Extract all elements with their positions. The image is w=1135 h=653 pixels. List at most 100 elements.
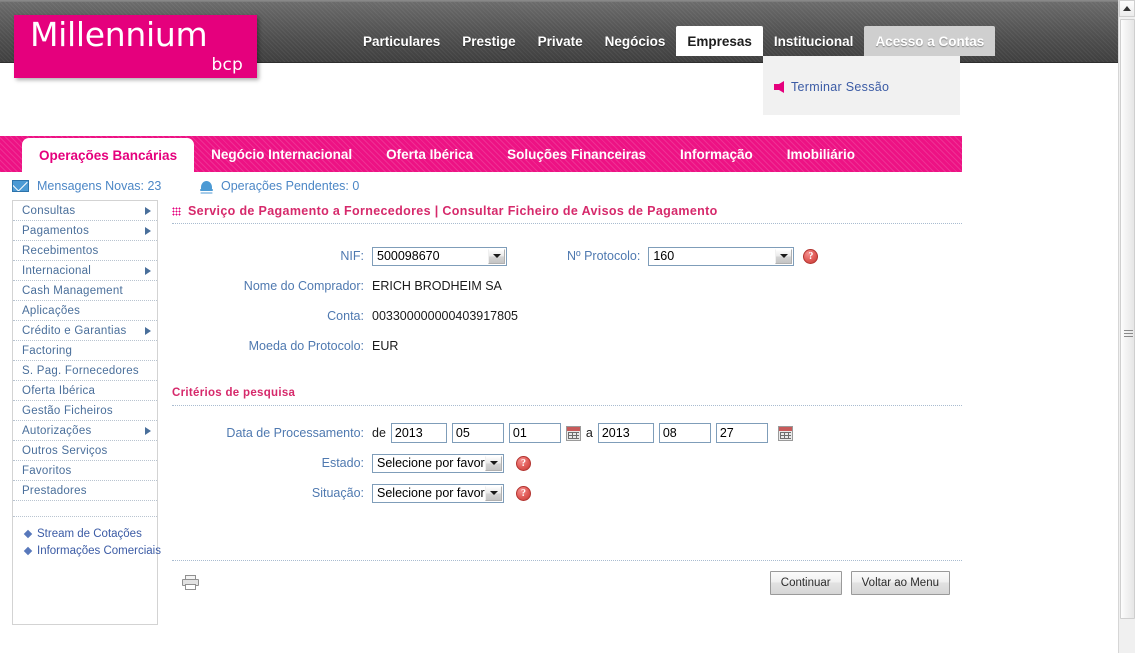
chevron-down-icon bbox=[485, 485, 502, 501]
bell-icon bbox=[200, 179, 213, 194]
grid-dots-icon bbox=[172, 206, 181, 216]
sidebar-item-prestadores[interactable]: Prestadores bbox=[13, 481, 157, 501]
situacao-select[interactable]: Selecione por favor bbox=[372, 483, 504, 503]
moeda-label: Moeda do Protocolo: bbox=[248, 339, 364, 353]
pending-operations-link[interactable]: Operações Pendentes: 0 bbox=[200, 179, 359, 194]
protocolo-label: Nº Protocolo: bbox=[567, 249, 641, 263]
sidebar-item-autorizacoes[interactable]: Autorizações bbox=[13, 421, 157, 441]
to-word: a bbox=[585, 426, 593, 440]
sidebar-item-label: Recebimentos bbox=[22, 245, 99, 257]
tab-informacao[interactable]: Informação bbox=[663, 136, 770, 172]
calendar-icon-to[interactable] bbox=[777, 425, 793, 441]
date-range-label: Data de Processamento: bbox=[226, 426, 364, 440]
sidebar-item-label: Outros Serviços bbox=[22, 445, 108, 457]
chevron-right-icon bbox=[145, 267, 151, 275]
nif-selected-value: 500098670 bbox=[377, 248, 440, 263]
sidebar-item-pagamentos[interactable]: Pagamentos bbox=[13, 221, 157, 241]
sidebar-item-outros-servicos[interactable]: Outros Serviços bbox=[13, 441, 157, 461]
sidebar-item-label: Aplicações bbox=[22, 305, 81, 317]
sidebar-link-label: Stream de Cotações bbox=[37, 527, 142, 540]
sidebar-item-gestao-ficheiros[interactable]: Gestão Ficheiros bbox=[13, 401, 157, 421]
topnav-item-negocios[interactable]: Negócios bbox=[594, 26, 677, 56]
to-day-input[interactable] bbox=[715, 423, 768, 443]
chevron-right-icon bbox=[145, 227, 151, 235]
sidebar-item-aplicacoes[interactable]: Aplicações bbox=[13, 301, 157, 321]
sidebar-item-internacional[interactable]: Internacional bbox=[13, 261, 157, 281]
comprador-row: Nome do Comprador: ERICH BRODHEIM SA bbox=[172, 271, 962, 301]
sidebar-item-factoring[interactable]: Factoring bbox=[13, 341, 157, 361]
estado-selected-value: Selecione por favor bbox=[377, 455, 485, 470]
page-title: Serviço de Pagamento a Fornecedores | Co… bbox=[188, 204, 718, 218]
tab-oferta-iberica[interactable]: Oferta Ibérica bbox=[369, 136, 490, 172]
sidebar-link-stream-de-cotacoes[interactable]: Stream de Cotações bbox=[13, 525, 157, 542]
scroll-up-arrow-icon[interactable] bbox=[1119, 0, 1135, 17]
from-year-input[interactable] bbox=[390, 423, 447, 443]
new-messages-link[interactable]: Mensagens Novas: 23 bbox=[12, 179, 161, 193]
protocolo-select[interactable]: 160 bbox=[648, 246, 795, 266]
sidebar-item-credito-e-garantias[interactable]: Crédito e Garantias bbox=[13, 321, 157, 341]
from-day-input[interactable] bbox=[508, 423, 561, 443]
arrow-left-icon bbox=[774, 81, 784, 93]
printer-output-part bbox=[185, 584, 196, 590]
logout-button[interactable]: Terminar Sessão bbox=[774, 80, 889, 94]
page-scrollbar[interactable] bbox=[1118, 0, 1135, 653]
diamond-bullet-icon bbox=[23, 546, 33, 555]
logout-panel: Terminar Sessão bbox=[763, 56, 960, 115]
chevron-right-icon bbox=[145, 327, 151, 335]
topnav-item-institucional[interactable]: Institucional bbox=[763, 26, 865, 56]
action-bar: Continuar Voltar ao Menu bbox=[172, 561, 962, 607]
envelope-icon bbox=[12, 180, 29, 192]
sidebar-item-label: Internacional bbox=[22, 265, 92, 277]
sidebar-item-cash-management[interactable]: Cash Management bbox=[13, 281, 157, 301]
to-month-input[interactable] bbox=[658, 423, 711, 443]
sidebar-link-informacoes-comerciais[interactable]: Informações Comerciais bbox=[13, 542, 161, 559]
tab-imobiliario[interactable]: Imobiliário bbox=[770, 136, 872, 172]
topnav-item-prestige[interactable]: Prestige bbox=[451, 26, 526, 56]
tab-negocio-internacional[interactable]: Negócio Internacional bbox=[194, 136, 369, 172]
section-tab-bar: Operações Bancárias Negócio Internaciona… bbox=[0, 136, 962, 172]
browser-page: Millennium bcp Particulares Prestige Pri… bbox=[0, 0, 1135, 653]
topnav-item-acesso-a-contas[interactable]: Acesso a Contas bbox=[864, 26, 996, 56]
situacao-label: Situação: bbox=[311, 486, 364, 500]
protocolo-selected-value: 160 bbox=[653, 248, 675, 263]
sidebar-item-label: Pagamentos bbox=[22, 225, 90, 237]
status-bar: Mensagens Novas: 23 Operações Pendentes:… bbox=[0, 172, 962, 200]
date-range-row: Data de Processamento: de a bbox=[172, 418, 962, 448]
sidebar-item-label: Autorizações bbox=[22, 425, 92, 437]
conta-row: Conta: 003300000000403917805 bbox=[172, 301, 962, 331]
from-month-input[interactable] bbox=[451, 423, 504, 443]
estado-row: Estado: Selecione por favor ? bbox=[172, 448, 962, 478]
voltar-ao-menu-button[interactable]: Voltar ao Menu bbox=[850, 571, 950, 595]
logo-wordmark: Millennium bbox=[30, 15, 208, 54]
protocolo-help-icon[interactable]: ? bbox=[803, 248, 819, 264]
sidebar-item-s-pag-fornecedores[interactable]: S. Pag. Fornecedores bbox=[13, 361, 157, 381]
sidebar-item-label: Gestão Ficheiros bbox=[22, 405, 113, 417]
continuar-button[interactable]: Continuar bbox=[769, 571, 842, 595]
sidebar-item-favoritos[interactable]: Favoritos bbox=[13, 461, 157, 481]
scrollbar-thumb[interactable] bbox=[1120, 19, 1135, 619]
sidebar-item-recebimentos[interactable]: Recebimentos bbox=[13, 241, 157, 261]
tab-solucoes-financeiras[interactable]: Soluções Financeiras bbox=[490, 136, 663, 172]
sidebar-item-oferta-iberica[interactable]: Oferta Ibérica bbox=[13, 381, 157, 401]
new-messages-label: Mensagens Novas: 23 bbox=[37, 179, 162, 193]
sidebar-item-label: Crédito e Garantias bbox=[22, 325, 127, 337]
site-header: Millennium bcp Particulares Prestige Pri… bbox=[0, 0, 1118, 115]
to-year-input[interactable] bbox=[597, 423, 654, 443]
page-body: Consultas Pagamentos Recebimentos Intern… bbox=[0, 200, 962, 653]
situacao-row: Situação: Selecione por favor ? bbox=[172, 478, 962, 508]
nif-select[interactable]: 500098670 bbox=[372, 246, 507, 266]
estado-select[interactable]: Selecione por favor bbox=[372, 453, 504, 473]
chevron-right-icon bbox=[145, 207, 151, 215]
situacao-help-icon[interactable]: ? bbox=[516, 485, 531, 501]
print-icon[interactable] bbox=[182, 575, 199, 590]
topnav-item-private[interactable]: Private bbox=[527, 26, 594, 56]
sidebar-item-consultas[interactable]: Consultas bbox=[13, 201, 157, 221]
tab-operacoes-bancarias[interactable]: Operações Bancárias bbox=[22, 138, 195, 172]
estado-help-icon[interactable]: ? bbox=[516, 455, 531, 471]
sidebar-item-label: Cash Management bbox=[22, 285, 123, 297]
calendar-icon-from[interactable] bbox=[565, 425, 581, 441]
conta-value: 003300000000403917805 bbox=[372, 309, 518, 323]
topnav-item-empresas[interactable]: Empresas bbox=[676, 26, 763, 56]
millennium-bcp-logo[interactable]: Millennium bcp bbox=[14, 15, 257, 78]
topnav-item-particulares[interactable]: Particulares bbox=[352, 26, 451, 56]
